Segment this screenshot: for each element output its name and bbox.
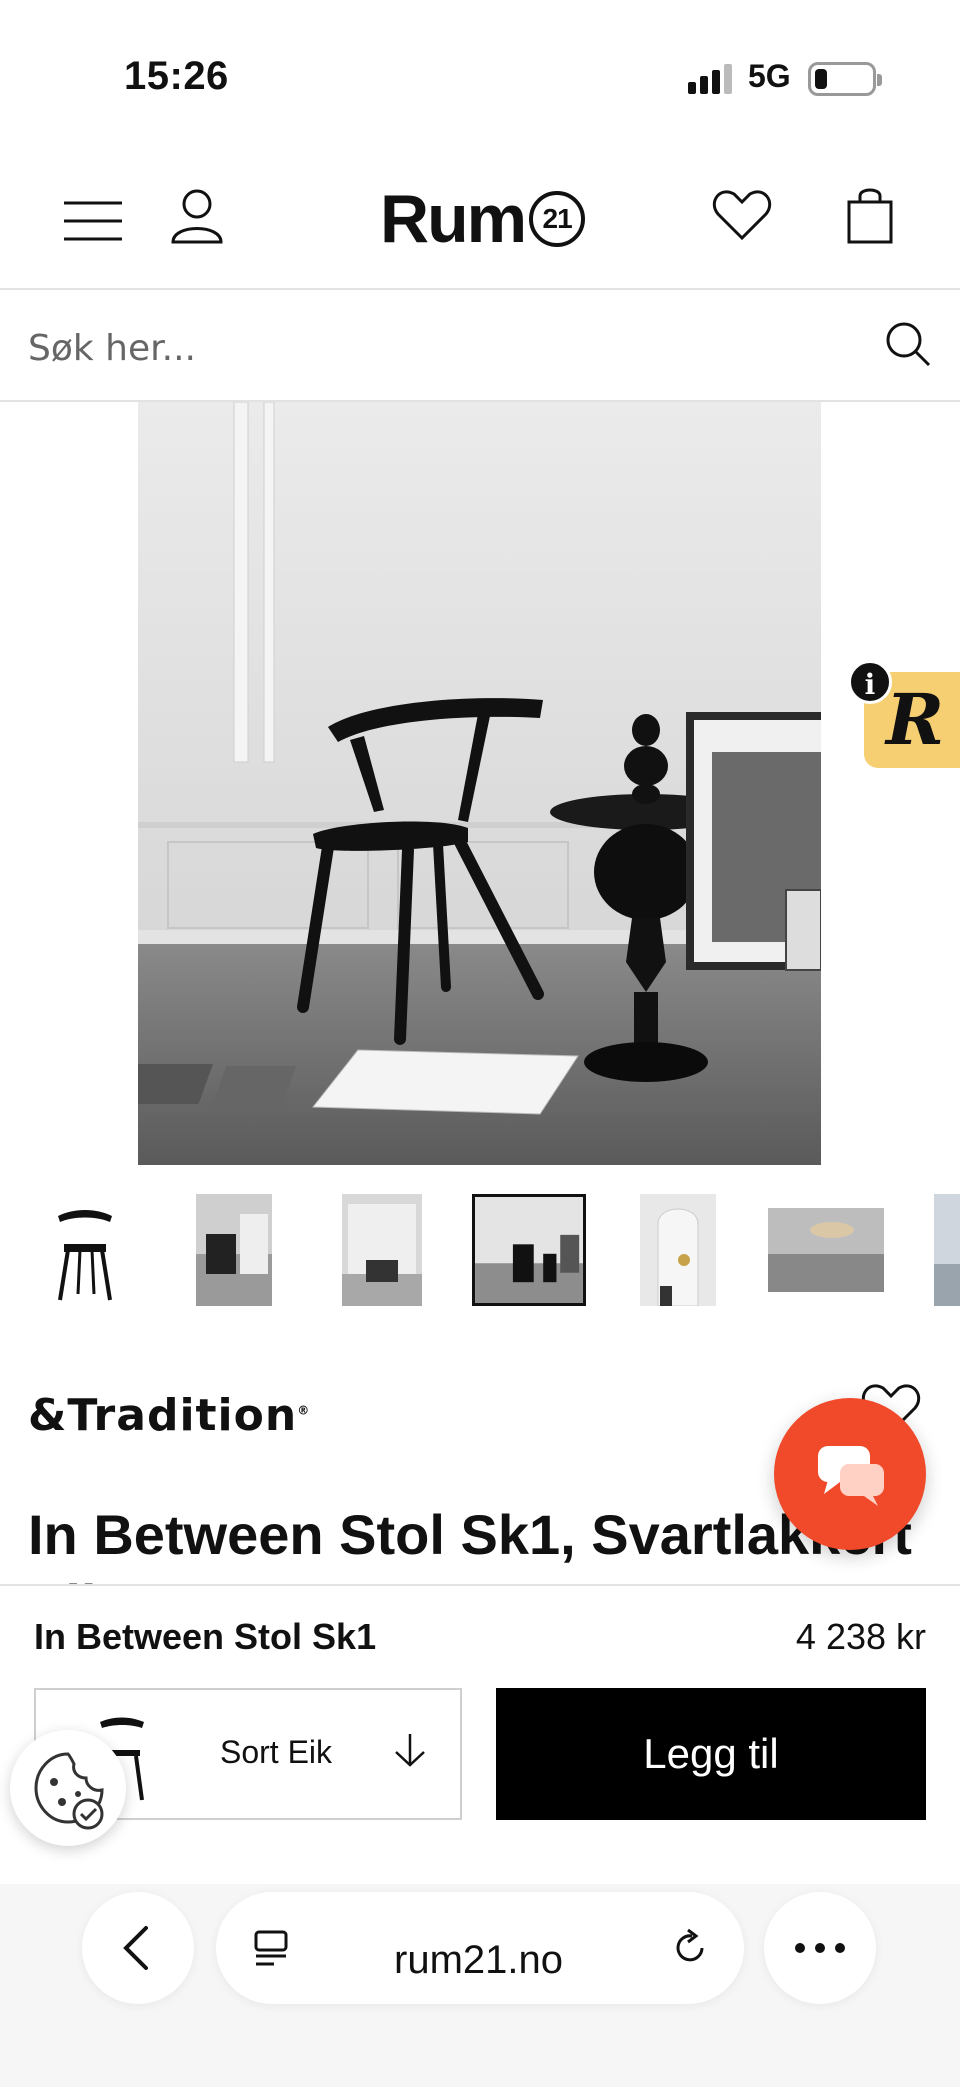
thumbnail[interactable] <box>934 1194 960 1306</box>
thumbnail[interactable] <box>50 1194 120 1306</box>
logo-text: Rum <box>380 181 527 257</box>
cookie-consent-button[interactable] <box>10 1730 126 1846</box>
logo-badge: 21 <box>529 191 586 247</box>
thumbnail[interactable] <box>640 1194 716 1306</box>
back-button[interactable] <box>82 1892 194 2004</box>
chat-icon <box>818 1446 884 1506</box>
search-bar <box>0 292 960 402</box>
buy-bar: In Between Stol Sk1 4 238 kr Sort Eik Le… <box>0 1584 960 1884</box>
url-text: rum21.no <box>394 1938 563 1982</box>
variant-label: Sort Eik <box>220 1734 333 1770</box>
brand-name[interactable]: &Tradition® <box>28 1390 310 1441</box>
menu-icon[interactable] <box>62 200 124 242</box>
brand-label: &Tradition <box>28 1390 298 1441</box>
product-hero-image[interactable] <box>138 402 821 1165</box>
chat-button[interactable] <box>774 1398 926 1550</box>
thumbnail[interactable] <box>342 1194 422 1306</box>
thumbnail-strip <box>0 1190 960 1310</box>
status-bar: 15:26 5G <box>0 0 960 150</box>
brand-mark: ® <box>297 1403 311 1418</box>
buy-product-name: In Between Stol Sk1 <box>34 1616 377 1657</box>
cookie-icon <box>34 1752 104 1830</box>
browser-toolbar: rum21.no <box>0 1884 960 2087</box>
more-icon <box>795 1943 845 1953</box>
buy-price: 4 238 kr <box>795 1616 926 1657</box>
chevron-down-icon <box>395 1734 425 1767</box>
thumbnail[interactable] <box>196 1194 272 1306</box>
wishlist-icon[interactable] <box>712 188 772 242</box>
thumbnail-selected[interactable] <box>472 1194 586 1306</box>
cart-icon[interactable] <box>846 186 894 244</box>
reader-icon[interactable] <box>252 1928 292 1968</box>
promo-badge-letter: R <box>886 678 945 761</box>
reload-icon[interactable] <box>668 1926 712 1970</box>
thumbnail[interactable] <box>768 1194 884 1306</box>
more-button[interactable] <box>764 1892 876 2004</box>
search-input[interactable] <box>28 320 848 376</box>
search-icon[interactable] <box>884 320 932 368</box>
add-to-cart-button[interactable]: Legg til <box>496 1688 926 1820</box>
info-icon[interactable]: i <box>848 660 892 704</box>
status-time: 15:26 <box>124 54 229 98</box>
site-logo[interactable]: Rum 21 <box>380 180 586 258</box>
account-icon[interactable] <box>170 188 224 244</box>
network-label: 5G <box>748 58 791 94</box>
back-icon <box>123 1926 148 1970</box>
site-header: Rum 21 <box>0 150 960 290</box>
battery-icon <box>808 62 882 96</box>
signal-icon <box>688 64 732 94</box>
